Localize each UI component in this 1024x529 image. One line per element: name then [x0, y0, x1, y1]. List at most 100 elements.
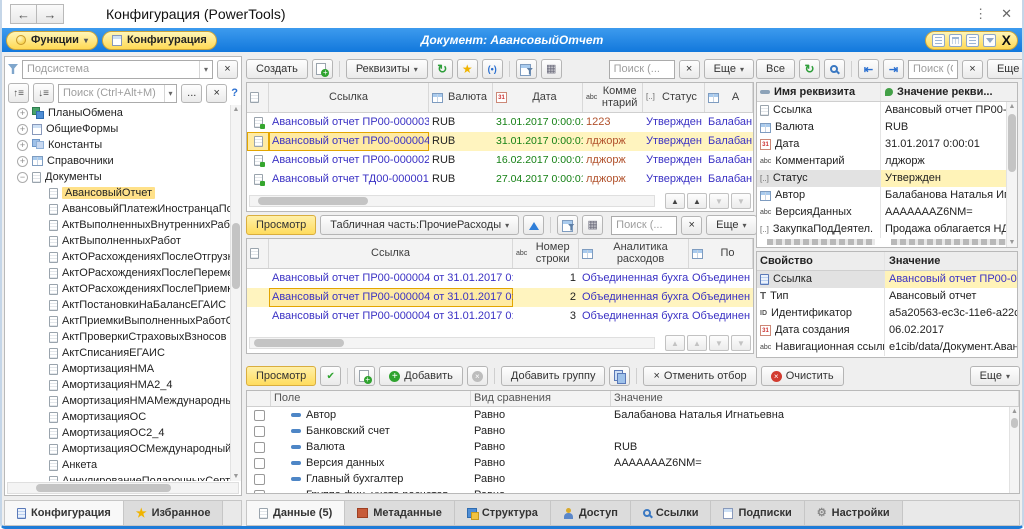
- checkbox[interactable]: [254, 410, 265, 421]
- main-search-input[interactable]: [610, 63, 674, 75]
- tree-item-document[interactable]: АмортизацияНМАМеждународный: [5, 393, 241, 409]
- filter-row[interactable]: Валюта Равно RUB: [247, 439, 1019, 455]
- filter-row-clipped[interactable]: Группа фин. учета расчетов Равно: [247, 487, 1019, 494]
- tree-item-konstanty[interactable]: Константы: [5, 137, 241, 153]
- filter-view-button[interactable]: Просмотр: [246, 366, 316, 386]
- tab-structure[interactable]: Структура: [455, 501, 551, 525]
- attributes-button[interactable]: Реквизиты: [346, 59, 428, 79]
- window-close-icon[interactable]: ✕: [1001, 6, 1012, 22]
- tree-horizontal-scrollbar[interactable]: [7, 482, 239, 494]
- attrs-more-button[interactable]: Еще: [987, 59, 1024, 79]
- column-value[interactable]: Значение: [611, 391, 1019, 406]
- tree-item-document[interactable]: АктОРасхожденияхПослеПеремещ: [5, 265, 241, 281]
- tab-data[interactable]: Данные (5): [247, 501, 345, 525]
- window-menu-icon[interactable]: ⋮: [974, 6, 987, 22]
- tab-configuration[interactable]: Конфигурация: [5, 501, 124, 525]
- tree-item-document[interactable]: АктОРасхожденияхПослеОтгрузки: [5, 249, 241, 265]
- attr-row[interactable]: Дата31.01.2017 0:00:01: [757, 136, 1017, 153]
- search-more-button[interactable]: ...: [181, 84, 202, 103]
- tabular-grid-button[interactable]: [582, 215, 603, 235]
- column-comment[interactable]: Комментарий: [583, 83, 643, 112]
- filter-table-button[interactable]: [516, 59, 537, 79]
- prop-row-selected[interactable]: СсылкаАвансовый отчет ПР00-000.: [757, 271, 1017, 288]
- expand-icon[interactable]: [17, 156, 28, 167]
- main-search-box[interactable]: [609, 60, 675, 79]
- checkbox[interactable]: [254, 442, 265, 453]
- column-attr-value[interactable]: Значение рекви...: [881, 83, 1017, 101]
- attr-row[interactable]: ВалютаRUB: [757, 119, 1017, 136]
- tab-subscriptions[interactable]: Подписки: [711, 501, 804, 525]
- tab-favorites[interactable]: Избранное: [124, 501, 224, 525]
- tree-search-input[interactable]: [59, 87, 164, 99]
- checkbox[interactable]: [254, 458, 265, 469]
- tree-item-planyobmena[interactable]: ПланыОбмена: [5, 105, 241, 121]
- add-filter-button[interactable]: Добавить: [379, 366, 463, 386]
- go-top-button[interactable]: ▲: [665, 193, 685, 209]
- filter-view-icon[interactable]: [983, 34, 996, 47]
- checkbox[interactable]: [254, 490, 265, 495]
- attr-row[interactable]: ЗакупкаПодДеятел.Продажа облагается НДС: [757, 221, 1017, 238]
- column-link[interactable]: Ссылка: [269, 83, 429, 112]
- column-line-number[interactable]: Номер строки: [513, 239, 579, 268]
- go-down-button[interactable]: ▼: [709, 335, 729, 351]
- column-link[interactable]: Ссылка: [269, 239, 513, 268]
- column-analytics[interactable]: Аналитика расходов: [579, 239, 689, 268]
- tree-item-spravochniki[interactable]: Справочники: [5, 153, 241, 169]
- apply-filter-button[interactable]: [320, 366, 341, 386]
- subsystem-combo[interactable]: ▾: [22, 60, 213, 79]
- remove-filter-button[interactable]: [467, 366, 488, 386]
- tree-item-document[interactable]: АвансовыйПлатежИностранцаПоН: [5, 201, 241, 217]
- clear-filter-button[interactable]: Очистить: [761, 366, 844, 386]
- attr-row[interactable]: ВерсияДанныхAAAAAAAZ6NM=: [757, 204, 1017, 221]
- add-group-button[interactable]: Добавить группу: [501, 366, 606, 386]
- tree-item-document[interactable]: Анкета: [5, 457, 241, 473]
- filter-row[interactable]: Банковский счет Равно: [247, 423, 1019, 439]
- tab-metadata[interactable]: Метаданные: [345, 501, 455, 525]
- tree-item-document[interactable]: АктПостановкиНаБалансЕГАИС: [5, 297, 241, 313]
- tabular-filter-button[interactable]: [557, 215, 578, 235]
- tabular-horizontal-scrollbar[interactable]: [249, 337, 655, 349]
- up-to-owner-button[interactable]: [523, 215, 544, 235]
- attr-row[interactable]: АвторБалабанова Наталья Игна.: [757, 187, 1017, 204]
- favorite-button[interactable]: [457, 59, 478, 79]
- configuration-button[interactable]: Конфигурация: [102, 31, 217, 50]
- tree-item-document[interactable]: АктОРасхожденияхПослеПриемки: [5, 281, 241, 297]
- filter-more-button[interactable]: Еще: [970, 366, 1020, 386]
- copy-filter-button[interactable]: [609, 366, 630, 386]
- attr-row[interactable]: Комментарийлджорж: [757, 153, 1017, 170]
- subsystem-filter-icon[interactable]: [8, 64, 18, 74]
- tabular-part-selector[interactable]: Табличная часть:ПрочиеРасходы: [320, 215, 519, 235]
- tree-item-document[interactable]: АктСписанияЕГАИС: [5, 345, 241, 361]
- expand-icon[interactable]: [17, 124, 28, 135]
- refresh-button[interactable]: [432, 59, 453, 79]
- subsystem-clear-button[interactable]: ×: [217, 60, 238, 79]
- go-up-button[interactable]: ▲: [687, 193, 707, 209]
- help-link[interactable]: ?: [231, 87, 238, 99]
- tabular-more-button[interactable]: Еще: [706, 215, 756, 235]
- tree-item-dokumenty[interactable]: Документы: [5, 169, 241, 185]
- go-bottom-button[interactable]: ▼: [731, 335, 751, 351]
- main-search-clear-button[interactable]: ×: [679, 60, 700, 79]
- column-status[interactable]: Статус: [643, 83, 705, 112]
- attrs-vertical-scrollbar[interactable]: ▲ ▼: [1006, 102, 1017, 247]
- tree-item-document[interactable]: АктПриемкиВыполненныхРаботОк: [5, 313, 241, 329]
- tab-settings[interactable]: Настройки: [805, 501, 903, 525]
- attrs-search-input[interactable]: [909, 63, 957, 75]
- attrs-refresh-button[interactable]: [799, 59, 820, 79]
- tree-item-document[interactable]: АмортизацияОС2_4: [5, 425, 241, 441]
- tree-search-combo[interactable]: ▾: [58, 84, 177, 103]
- table-view-icon[interactable]: [949, 34, 962, 47]
- prev-object-button[interactable]: [858, 59, 879, 79]
- filter-row[interactable]: Версия данных Равно AAAAAAAZ6NM=: [247, 455, 1019, 471]
- tabular-search-box[interactable]: [611, 216, 677, 235]
- prop-row[interactable]: Идентификаторa5a20563-ec3c-11e6-a22c-b.: [757, 305, 1017, 322]
- table-row[interactable]: Авансовый отчет ПР00-000004 от 31.01.201…: [247, 269, 753, 288]
- column-more[interactable]: По: [689, 239, 753, 268]
- column-comparison[interactable]: Вид сравнения: [471, 391, 611, 406]
- tree-item-document[interactable]: АмортизацияОС: [5, 409, 241, 425]
- tree-item-document[interactable]: АктВыполненныхРабот: [5, 233, 241, 249]
- go-bottom-button[interactable]: ▼: [731, 193, 751, 209]
- filter-vertical-scrollbar[interactable]: ▲: [1009, 407, 1019, 493]
- close-panel-button[interactable]: X: [1002, 32, 1011, 48]
- sort-asc-button[interactable]: [8, 83, 29, 103]
